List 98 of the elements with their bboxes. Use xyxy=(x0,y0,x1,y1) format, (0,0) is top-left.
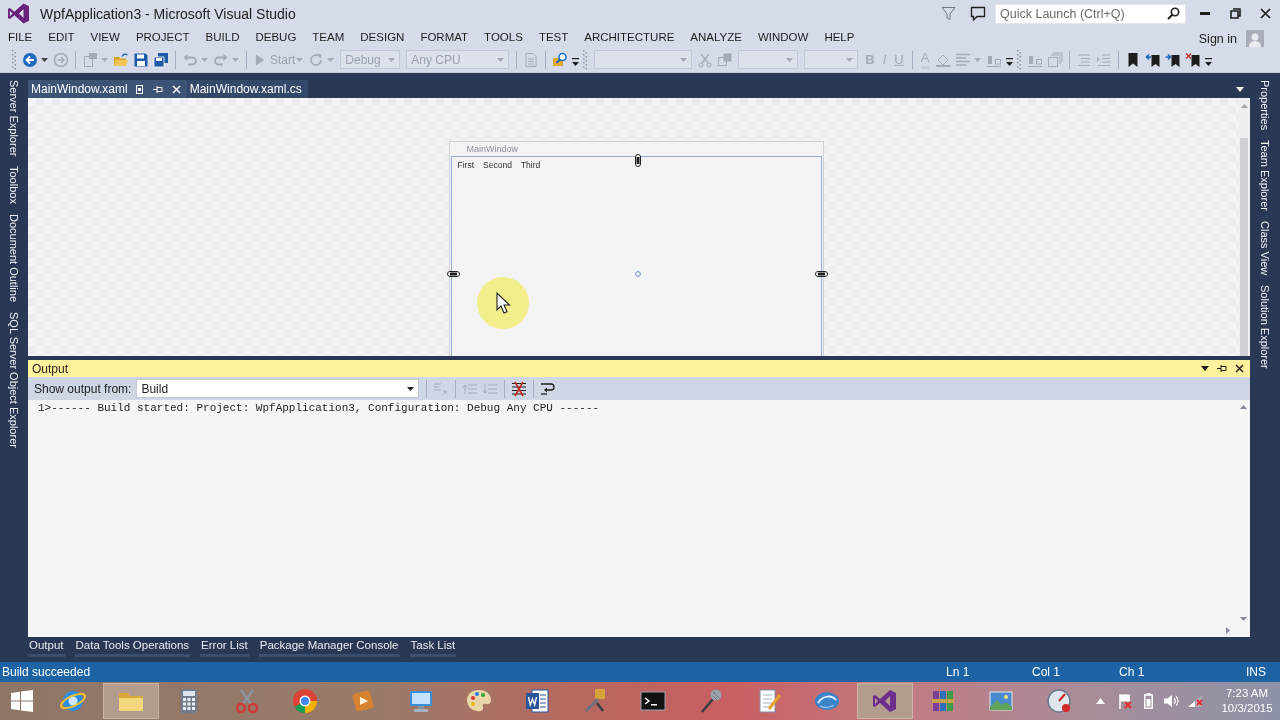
caret-icon[interactable] xyxy=(407,386,415,391)
output-source-dropdown[interactable]: Build xyxy=(136,379,420,398)
user-avatar-icon[interactable] xyxy=(1246,30,1264,48)
document-icon[interactable] xyxy=(135,84,143,94)
grip-icon[interactable] xyxy=(1017,49,1022,70)
menu-item[interactable]: BUILD xyxy=(197,31,248,43)
previous-bookmark-icon[interactable] xyxy=(1145,51,1162,68)
logo-icon xyxy=(871,687,899,715)
center-point-icon xyxy=(634,271,641,277)
minimize-icon xyxy=(1200,12,1210,15)
menu-item[interactable]: ARCHITECTURE xyxy=(576,31,683,43)
side-tool-tab[interactable]: Team Explorer xyxy=(1259,140,1271,212)
overflow-icon[interactable] xyxy=(1205,58,1213,67)
status-message: Build succeeded xyxy=(2,665,92,679)
menu-item[interactable]: ANALYZE xyxy=(682,31,750,43)
menu-item[interactable]: PROJECT xyxy=(127,31,198,43)
overflow-icon[interactable] xyxy=(1006,58,1014,67)
caret-icon[interactable] xyxy=(41,57,48,62)
side-tool-tab[interactable]: Solution Explorer xyxy=(1259,285,1271,370)
tool-window-tab[interactable]: Output xyxy=(28,638,65,657)
panel-title: Output xyxy=(32,361,70,376)
resize-handle-icon[interactable] xyxy=(814,271,828,277)
menu-item[interactable]: TEST xyxy=(530,31,577,43)
insert-mode: INS xyxy=(1246,665,1266,679)
window-title: WpfApplication3 - Microsoft Visual Studio xyxy=(40,5,296,22)
menu-item[interactable]: TEAM xyxy=(304,31,353,43)
resize-handle-icon[interactable] xyxy=(634,154,641,167)
pin-icon[interactable] xyxy=(1217,364,1227,373)
menu-item[interactable]: FORMAT xyxy=(412,31,477,43)
field-label: Show output from: xyxy=(34,381,132,396)
app-logo-icon xyxy=(8,3,29,24)
filter-icon[interactable] xyxy=(941,6,956,21)
scroll-right-icon[interactable] xyxy=(1226,626,1230,634)
scroll-up-icon[interactable] xyxy=(1240,104,1248,108)
side-tool-tab[interactable]: SQL Server Object Explorer xyxy=(8,312,20,449)
clear-all-icon[interactable] xyxy=(511,380,528,397)
tool-window-tab[interactable]: Package Manager Console xyxy=(258,638,400,657)
menu-item[interactable]: DESIGN xyxy=(352,31,413,43)
menu-item[interactable]: WINDOW xyxy=(749,31,817,43)
resize-handle-icon[interactable] xyxy=(446,271,460,277)
circle-browser-icon xyxy=(291,687,319,715)
taskbar-button[interactable] xyxy=(857,683,913,719)
preview-window-title: MainWindow xyxy=(465,143,519,156)
menu-item[interactable]: FILE xyxy=(0,31,41,43)
quick-launch-field[interactable]: Quick Launch (Ctrl+Q) xyxy=(995,3,1186,24)
output-line: 1>------ Build started: Project: WpfApplication3, Configuration: Debug Any CPU ------ xyxy=(38,401,601,415)
word-wrap-icon[interactable] xyxy=(540,380,557,397)
menu-item[interactable]: DEBUG xyxy=(247,31,305,43)
tool-window-tab[interactable]: Data Tools Operations xyxy=(74,638,191,657)
caret-icon[interactable] xyxy=(1236,87,1244,92)
side-tool-tab[interactable]: Toolbox xyxy=(8,166,20,205)
preview-menu-item[interactable]: First xyxy=(457,160,475,170)
tool-window-tab[interactable]: Task List xyxy=(409,638,457,657)
flag-icon[interactable] xyxy=(1118,693,1132,709)
battery-icon[interactable] xyxy=(1144,693,1153,709)
preview-menu-item[interactable]: Second xyxy=(483,160,512,170)
overflow-icon[interactable] xyxy=(572,58,580,67)
line-number: Ln 1 xyxy=(946,665,971,679)
gauge-icon xyxy=(1045,687,1073,715)
side-tool-tab[interactable]: Document Outline xyxy=(8,214,20,303)
menu-item[interactable]: VIEW xyxy=(82,31,128,43)
scroll-down-icon[interactable] xyxy=(1240,617,1247,621)
caret-icon[interactable] xyxy=(1201,366,1209,371)
speaker-icon[interactable] xyxy=(1164,694,1179,708)
menu-item[interactable]: EDIT xyxy=(40,31,83,43)
search-icon[interactable] xyxy=(1167,7,1180,20)
tool-window-tab[interactable]: Error List xyxy=(200,638,249,657)
clear-bookmark-icon[interactable] xyxy=(1185,51,1202,68)
side-tool-tab[interactable]: Server Explorer xyxy=(8,80,20,157)
feedback-icon[interactable] xyxy=(970,5,986,22)
save-all-icon[interactable] xyxy=(153,51,169,68)
scroll-up-icon[interactable] xyxy=(1240,405,1247,409)
play-icon xyxy=(254,52,266,67)
close-icon[interactable] xyxy=(1235,364,1244,373)
document-tab[interactable]: MainWindow.xaml xyxy=(28,80,187,98)
sign-in-link[interactable]: Sign in xyxy=(1198,31,1237,46)
document-icon xyxy=(523,687,551,715)
grip-icon[interactable] xyxy=(583,49,588,70)
menu-item[interactable]: HELP xyxy=(816,31,863,43)
column-number: Col 1 xyxy=(1032,665,1061,679)
scissors-icon xyxy=(233,687,261,715)
next-bookmark-icon[interactable] xyxy=(1165,51,1182,68)
signal-icon[interactable] xyxy=(1188,694,1203,708)
menu-item[interactable]: TOOLS xyxy=(476,31,531,43)
chevron-up-icon[interactable] xyxy=(1096,698,1105,704)
mouse-pointer-icon xyxy=(476,277,529,329)
side-tool-tab[interactable]: Class View xyxy=(1259,221,1271,276)
side-tool-tab[interactable]: Properties xyxy=(1259,80,1271,131)
restore-icon xyxy=(1229,8,1241,19)
save-icon[interactable] xyxy=(133,51,149,68)
grip-icon[interactable] xyxy=(12,49,16,70)
document-tab[interactable]: MainWindow.xaml.cs xyxy=(186,80,308,98)
start-icon xyxy=(11,690,33,712)
find-icon[interactable] xyxy=(552,51,569,68)
preview-menu-item[interactable]: Third xyxy=(520,160,541,170)
character-number: Ch 1 xyxy=(1119,665,1146,679)
close-icon xyxy=(1259,8,1271,19)
vertical-scrollbar[interactable] xyxy=(1238,98,1250,356)
